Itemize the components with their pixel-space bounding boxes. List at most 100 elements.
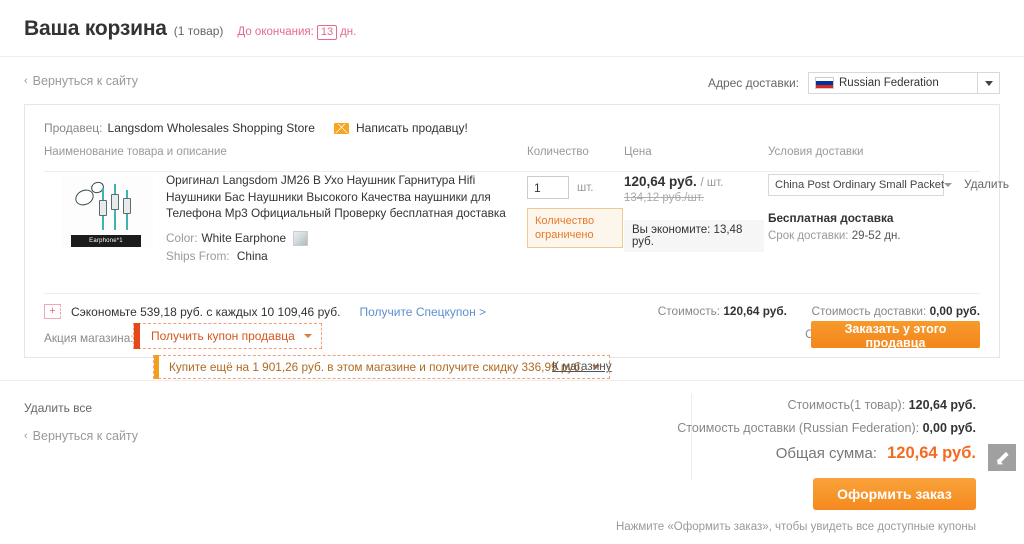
color-swatch-icon[interactable] (293, 230, 309, 246)
product-info: Оригинал Langsdom JM26 В Ухо Наушник Гар… (166, 172, 516, 263)
summary-cost-label: Стоимость(1 товар): (787, 398, 906, 412)
connector-mid (111, 194, 119, 210)
seller-shipping-value: 0,00 руб. (929, 304, 980, 318)
contact-seller-link[interactable]: Написать продавцу! (356, 121, 468, 135)
card-divider (44, 293, 980, 294)
seller-shipping-label: Стоимость доставки: (811, 304, 927, 318)
product-ships-label: Ships From: (166, 248, 230, 263)
seller-name[interactable]: Langsdom Wholesales Shopping Store (108, 121, 315, 135)
seller-label: Продавец: (44, 121, 103, 135)
to-store-link[interactable]: К магазину (552, 359, 612, 373)
chevron-left-icon: ‹ (24, 75, 28, 87)
coupon-savings-text: Сэкономьте 539,18 руб. с каждых 10 109,4… (71, 304, 341, 319)
free-shipping-label: Бесплатная доставка (768, 211, 894, 225)
order-from-seller-button[interactable]: Заказать у этого продавца (811, 321, 980, 350)
price-current: 120,64 руб. (624, 174, 697, 189)
product-color-value: White Earphone (201, 231, 287, 245)
price-savings-badge: Вы экономите: 13,48 руб. (624, 220, 764, 252)
product-color-label: Color: (166, 231, 198, 245)
page-header: Ваша корзина (1 товар) До окончания: 13 … (0, 0, 1024, 57)
shipping-method-value: China Post Ordinary Small Packet (775, 179, 945, 191)
seller-cost-label: Стоимость: (657, 304, 721, 318)
back-to-site-link-bottom[interactable]: ‹ Вернуться к сайту (24, 429, 138, 443)
product-title[interactable]: Оригинал Langsdom JM26 В Ухо Наушник Гар… (166, 172, 516, 222)
price-current-line: 120,64 руб. / шт. (624, 174, 764, 189)
delete-item-link[interactable]: Удалить (964, 177, 1009, 191)
chevron-right-icon: › (608, 359, 612, 371)
summary-cost-line: Стоимость(1 товар): 120,64 руб. (677, 398, 976, 412)
grand-total-value: 120,64 руб. (887, 444, 976, 462)
russia-flag-icon (815, 77, 834, 89)
chevron-down-icon (303, 334, 312, 338)
promo-accent-bar (134, 323, 140, 349)
store-discount-offer-label: Купите ещё на 1 901,26 руб. в этом магаз… (169, 360, 584, 374)
chevron-down-icon (984, 80, 993, 86)
grand-total-line: Общая сумма: 120,64 руб. (677, 444, 976, 463)
seller-cost-value: 120,64 руб. (723, 304, 787, 318)
deadline-prefix: До окончания: (237, 26, 314, 38)
seller-cost-line: Стоимость: 120,64 руб. Стоимость доставк… (658, 304, 980, 318)
seller-cart-card: Продавец: Langsdom Wholesales Shopping S… (24, 104, 1009, 379)
get-special-coupon-link[interactable]: Получите Спецкупон > (359, 305, 486, 319)
mail-icon (333, 122, 349, 134)
edit-button[interactable] (988, 444, 1016, 471)
column-header-price: Цена (624, 146, 652, 158)
get-seller-coupon-button[interactable]: Получить купон продавца (133, 323, 322, 349)
quantity-column: шт. Количество ограничено (527, 176, 623, 248)
pencil-icon (995, 451, 1009, 465)
deadline-days: 13 (316, 24, 338, 40)
delivery-address-label: Адрес доставки: (707, 76, 799, 90)
back-to-site-link-top[interactable]: ‹ Вернуться к сайту (24, 74, 138, 88)
connector-left (99, 200, 107, 216)
quantity-input[interactable] (527, 176, 569, 199)
product-image-tag: Earphone*1 (71, 235, 141, 247)
product-ships-attribute: Ships From: China (166, 249, 516, 263)
shipping-term-value: 29-52 дн. (851, 230, 901, 242)
delete-all-link[interactable]: Удалить все (24, 401, 92, 415)
table-column-headers: Наименование товара и описание Количеств… (44, 146, 980, 172)
summary-shipping-line: Стоимость доставки (Russian Federation):… (677, 421, 976, 435)
summary-shipping-label: Стоимость доставки (Russian Federation): (677, 421, 920, 435)
store-promo-label: Акция магазина: (44, 331, 134, 345)
shipping-term-label: Срок доставки: (768, 230, 849, 242)
shipping-term: Срок доставки: 29-52 дн. (768, 230, 983, 242)
special-coupon-row: + Сэкономьте 539,18 руб. с каждых 10 109… (44, 304, 486, 319)
summary-shipping-value: 0,00 руб. (922, 421, 976, 435)
page-title: Ваша корзина (24, 17, 167, 40)
delivery-country-value: Russian Federation (839, 77, 939, 89)
deadline-suffix: дн. (340, 26, 357, 38)
back-to-site-label-bottom: Вернуться к сайту (32, 429, 139, 443)
deadline-notice: До окончания: 13 дн. (237, 24, 357, 40)
cart-page: Ваша корзина (1 товар) До окончания: 13 … (0, 0, 1024, 544)
quantity-unit: шт. (577, 181, 594, 194)
delivery-country-dropdown-arrow[interactable] (978, 72, 1000, 94)
title-row: Ваша корзина (1 товар) До окончания: 13 … (24, 17, 356, 41)
column-header-name: Наименование товара и описание (44, 146, 227, 158)
table-row: Earphone*1 Оригинал Langsdom JM26 В Ухо … (44, 172, 1009, 285)
delivery-country-select[interactable]: Russian Federation (808, 72, 978, 94)
column-header-quantity: Количество (527, 146, 589, 158)
grand-total-label: Общая сумма: (775, 445, 877, 462)
chevron-left-icon: ‹ (24, 430, 28, 442)
checkout-note: Нажмите «Оформить заказ», чтобы увидеть … (615, 521, 976, 533)
connector-right (123, 198, 131, 214)
product-color-attribute: Color: White Earphone (166, 230, 516, 246)
back-to-site-label-top: Вернуться к сайту (32, 74, 139, 88)
get-seller-coupon-label: Получить купон продавца (151, 329, 295, 343)
product-thumbnail[interactable]: Earphone*1 (61, 176, 153, 248)
summary-cost-value: 120,64 руб. (908, 398, 976, 412)
coupon-plus-icon: + (44, 304, 61, 319)
seller-row: Продавец: Langsdom Wholesales Shopping S… (44, 121, 468, 135)
bottom-divider (0, 380, 1024, 381)
price-per-unit: / шт. (700, 177, 724, 189)
shipping-method-select[interactable]: China Post Ordinary Small Packet (768, 174, 953, 196)
store-discount-offer[interactable]: Купите ещё на 1 901,26 руб. в этом магаз… (153, 355, 611, 379)
shipping-column: China Post Ordinary Small Packet Бесплат… (768, 174, 1009, 242)
product-ships-value: China (236, 248, 268, 263)
checkout-button[interactable]: Оформить заказ (813, 478, 976, 510)
order-summary: Стоимость(1 товар): 120,64 руб. Стоимост… (677, 398, 976, 463)
chevron-down-icon (944, 183, 953, 187)
column-header-shipping: Условия доставки (768, 146, 864, 158)
price-original: 134,12 руб./шт. (624, 192, 704, 204)
delivery-address-block: Адрес доставки: Russian Federation (708, 72, 1000, 94)
